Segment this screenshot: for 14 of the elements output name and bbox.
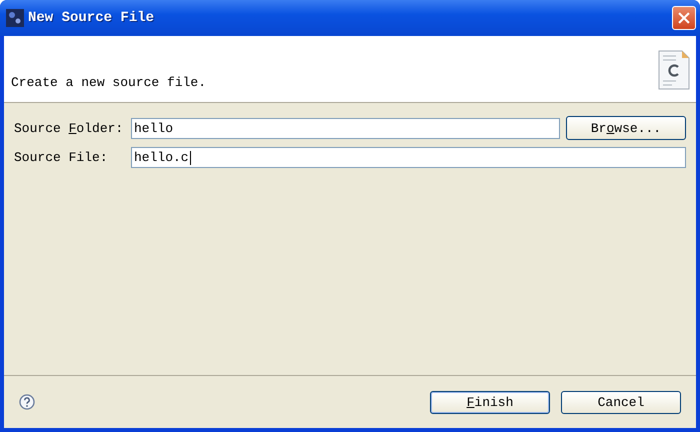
dialog-button[interactable]: Finish — [430, 390, 550, 414]
field-label: Source Folder: — [14, 120, 124, 136]
text-field[interactable]: hello — [131, 118, 560, 138]
app-icon — [6, 9, 24, 27]
field-label: Source File: — [14, 150, 109, 165]
window-title: New Source File — [28, 10, 156, 26]
header-message: Create a new source file. — [11, 75, 206, 90]
browse-button[interactable]: Browse... — [566, 116, 686, 140]
help-icon[interactable] — [19, 394, 35, 410]
close-button[interactable] — [672, 6, 696, 30]
text-field[interactable]: hello.c — [131, 147, 686, 168]
c-file-icon — [658, 50, 690, 90]
close-icon — [677, 11, 691, 25]
dialog-button[interactable]: Cancel — [561, 390, 681, 414]
